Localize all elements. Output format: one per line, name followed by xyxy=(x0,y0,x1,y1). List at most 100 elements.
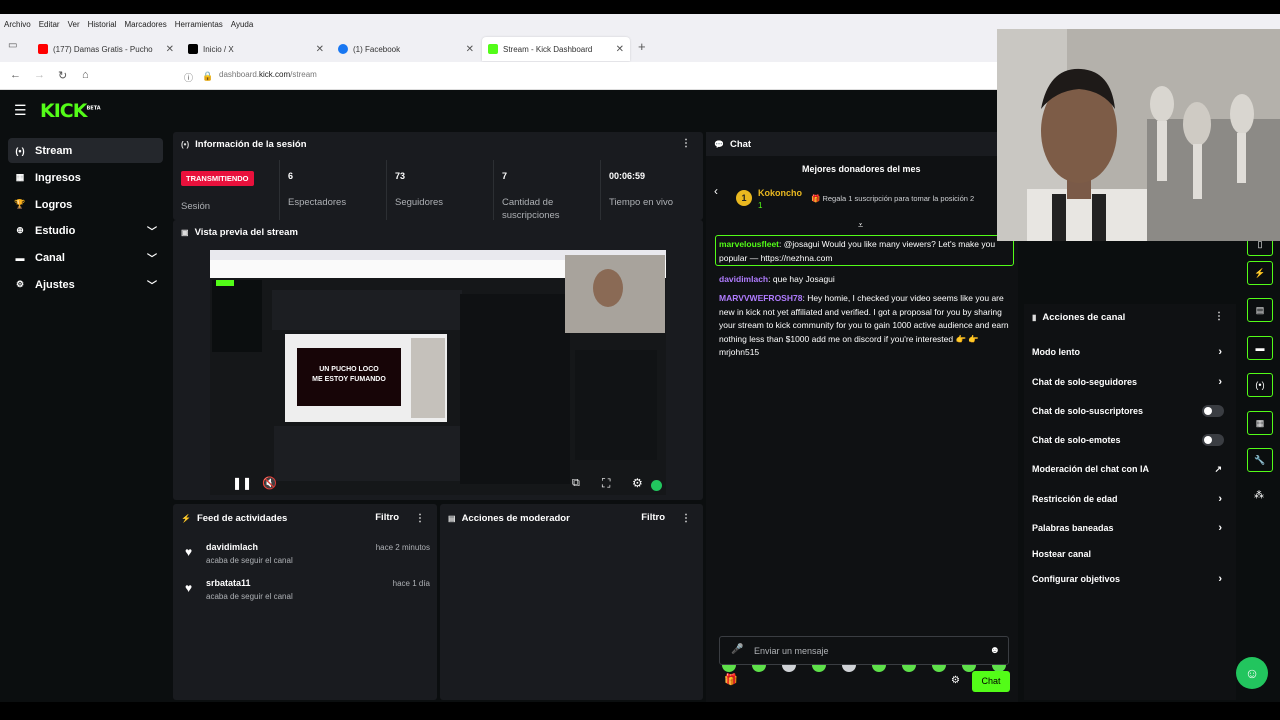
donor-cta-text: Regala 1 suscripción para tomar la posic… xyxy=(822,194,975,203)
support-icon[interactable]: ☺ xyxy=(1236,657,1268,689)
kick-icon xyxy=(488,44,498,54)
kebab-icon[interactable]: ⋮ xyxy=(1214,311,1224,322)
new-tab-icon[interactable]: + xyxy=(638,39,646,54)
video-icon: ▣ xyxy=(181,227,189,237)
tab-overview-icon[interactable]: ▭ xyxy=(8,40,17,51)
more-actions-icon[interactable]: ⁂ xyxy=(1254,490,1264,501)
menu-historial[interactable]: Historial xyxy=(88,20,117,29)
gear-icon[interactable]: ⚙ xyxy=(632,476,643,490)
quick-action-button[interactable]: (•) xyxy=(1247,373,1273,397)
donor-cta[interactable]: 🎁 Regala 1 suscripción para tomar la pos… xyxy=(811,194,974,203)
home-icon[interactable]: ⌂ xyxy=(82,69,89,81)
tab-kick-dashboard[interactable]: Stream - Kick Dashboard ✕ xyxy=(482,37,630,61)
quick-action-button[interactable]: ⚡ xyxy=(1247,261,1273,285)
stat-live-time: 00:06:59 Tiempo en vivo xyxy=(601,160,703,220)
menu-icon[interactable]: ☰ xyxy=(14,102,27,119)
sidebar-item-canal[interactable]: ▬ Canal ﹀ xyxy=(8,245,163,270)
mic-icon[interactable]: 🎤 xyxy=(731,644,743,655)
gear-icon: ⚙ xyxy=(15,279,25,289)
filter-button[interactable]: Filtro xyxy=(641,512,665,523)
chat-input[interactable]: 🎤 Enviar un mensaje ☻ xyxy=(719,636,1009,665)
emoji-icon[interactable]: ☻ xyxy=(989,645,1000,656)
pip-icon[interactable]: ⧉ xyxy=(572,477,580,490)
fullscreen-icon[interactable]: ⛶ xyxy=(602,476,610,491)
followers-only-row[interactable]: Chat de solo-seguidores › xyxy=(1032,372,1228,392)
stream-preview-video[interactable]: UN PUCHO LOCO ME ESTOY FUMANDO ❚❚ 🔇 ⧉ ⛶ … xyxy=(210,250,666,495)
subscribers-only-toggle[interactable] xyxy=(1202,405,1224,417)
menu-herramientas[interactable]: Herramientas xyxy=(175,20,223,29)
close-icon[interactable]: ✕ xyxy=(466,44,474,55)
close-icon[interactable]: ✕ xyxy=(166,44,174,55)
kebab-icon[interactable]: ⋮ xyxy=(415,513,425,524)
ai-moderation-row[interactable]: Moderación del chat con IA ↗ xyxy=(1032,459,1228,479)
forward-icon[interactable]: → xyxy=(34,69,45,81)
set-goals-row[interactable]: Configurar objetivos › xyxy=(1032,569,1228,589)
sidebar-item-estudio[interactable]: ⊕ Estudio ﹀ xyxy=(8,218,163,243)
chat-username[interactable]: marvelousfleet xyxy=(719,239,779,249)
send-chat-button[interactable]: Chat xyxy=(972,671,1010,692)
menu-ayuda[interactable]: Ayuda xyxy=(231,20,254,29)
stat-label: Sesión xyxy=(181,201,211,212)
menu-ver[interactable]: Ver xyxy=(68,20,80,29)
tab-youtube[interactable]: (177) Damas Gratis - Pucho ✕ xyxy=(32,37,180,61)
slow-mode-row[interactable]: Modo lento › xyxy=(1032,342,1228,362)
studio-icon: ⊕ xyxy=(16,225,24,235)
chat-username[interactable]: davidimlach xyxy=(719,274,768,284)
rank-medal-icon: 1 xyxy=(736,190,752,206)
pause-icon[interactable]: ❚❚ xyxy=(232,476,252,490)
back-icon[interactable]: ← xyxy=(10,69,21,81)
menu-marcadores[interactable]: Marcadores xyxy=(125,20,167,29)
youtube-icon xyxy=(38,44,48,54)
quick-action-button[interactable]: ▬ xyxy=(1247,336,1273,360)
lock-icon[interactable]: 🔒 xyxy=(202,71,213,82)
sidebar-item-ajustes[interactable]: ⚙ Ajustes ﹀ xyxy=(8,272,163,297)
kebab-icon[interactable]: ⋮ xyxy=(681,513,691,524)
emotes-only-toggle[interactable] xyxy=(1202,434,1224,446)
donor-name[interactable]: Kokoncho xyxy=(758,188,802,198)
close-icon[interactable]: ✕ xyxy=(316,44,324,55)
chevron-left-icon[interactable]: ‹ xyxy=(714,184,718,198)
host-channel-row[interactable]: Hostear canal xyxy=(1032,544,1228,564)
session-header: (•) Información de la sesión ⋮ xyxy=(173,132,703,156)
menu-archivo[interactable]: Archivo xyxy=(4,20,31,29)
sidebar-item-stream[interactable]: (•) Stream xyxy=(8,138,163,163)
quick-action-button[interactable]: ▤ xyxy=(1247,298,1273,322)
filter-button[interactable]: Filtro xyxy=(375,512,399,523)
feed-user[interactable]: davidimlach xyxy=(206,542,258,552)
chat-message: davidimlach: que hay Josagui xyxy=(719,274,835,284)
sidebar-item-ingresos[interactable]: ▦ Ingresos xyxy=(8,165,163,190)
webcam-photo xyxy=(997,29,1280,241)
chat-username[interactable]: MARVVWEFROSH78 xyxy=(719,293,802,303)
pin-down-icon[interactable]: ⩡ xyxy=(858,220,863,231)
nested-face xyxy=(593,269,623,307)
action-label: Hostear canal xyxy=(1032,549,1092,559)
quick-action-button[interactable]: 🔧 xyxy=(1247,448,1273,472)
kick-logo[interactable]: KICKBETA xyxy=(40,100,101,122)
gift-icon[interactable]: 🎁 xyxy=(724,673,738,686)
reload-icon[interactable]: ↻ xyxy=(58,69,67,82)
address-bar[interactable]: dashboard.kick.com/stream xyxy=(219,70,317,79)
menu-editar[interactable]: Editar xyxy=(39,20,60,29)
webcam-overlay xyxy=(997,29,1280,241)
mute-icon[interactable]: 🔇 xyxy=(262,476,277,490)
close-icon[interactable]: ✕ xyxy=(616,44,624,55)
nested-feed xyxy=(274,426,464,481)
age-restriction-row[interactable]: Restricción de edad › xyxy=(1032,489,1228,509)
sidebar-item-logros[interactable]: 🏆 Logros xyxy=(8,192,163,217)
tab-facebook[interactable]: (1) Facebook ✕ xyxy=(332,37,480,61)
feed-user[interactable]: srbatata11 xyxy=(206,578,251,588)
site-info-icon[interactable]: ⓘ xyxy=(184,71,193,84)
chevron-right-icon: › xyxy=(1218,522,1222,534)
quick-action-button[interactable]: ▦ xyxy=(1247,411,1273,435)
session-title: Información de la sesión xyxy=(195,138,307,150)
stat-label: Cantidad de suscripciones xyxy=(502,197,560,221)
chevron-down-icon: ﹀ xyxy=(147,227,157,238)
tab-x[interactable]: Inicio / X ✕ xyxy=(182,37,330,61)
sidebar-item-label: Logros xyxy=(35,198,73,211)
sidebar-item-label: Ajustes xyxy=(35,278,75,291)
kebab-icon[interactable]: ⋮ xyxy=(681,138,691,149)
moderator-actions-panel: ▤ Acciones de moderador Filtro ⋮ xyxy=(440,504,703,700)
banned-words-row[interactable]: Palabras baneadas › xyxy=(1032,518,1228,538)
gear-icon[interactable]: ⚙ xyxy=(951,675,960,686)
bolt-icon: ⚡ xyxy=(1254,267,1266,278)
